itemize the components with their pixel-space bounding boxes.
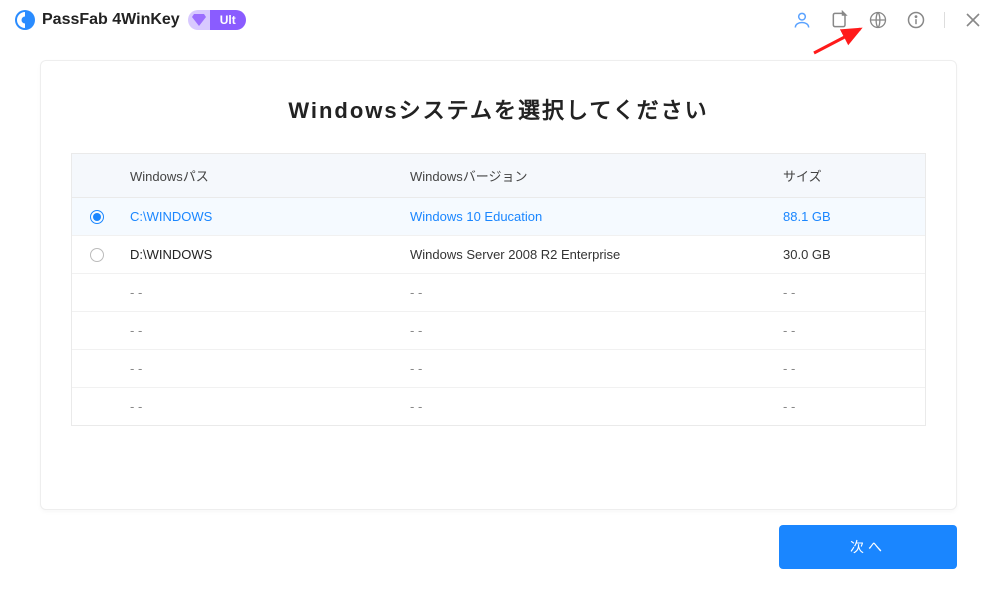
diamond-icon bbox=[188, 10, 210, 30]
size-cell: 30.0 GB bbox=[775, 236, 925, 273]
app-title: PassFab 4WinKey bbox=[42, 11, 180, 29]
version-cell: - - bbox=[402, 388, 775, 425]
radio-icon[interactable] bbox=[90, 210, 104, 224]
version-cell: Windows 10 Education bbox=[402, 198, 775, 235]
radio-icon[interactable] bbox=[90, 248, 104, 262]
version-cell: - - bbox=[402, 350, 775, 387]
globe-icon[interactable] bbox=[868, 10, 888, 30]
table-row: - -- -- - bbox=[72, 312, 925, 350]
info-icon[interactable] bbox=[906, 10, 926, 30]
tier-badge: Ult bbox=[188, 10, 246, 30]
size-cell: 88.1 GB bbox=[775, 198, 925, 235]
main-card: Windowsシステムを選択してください Windowsパス Windowsバー… bbox=[40, 60, 957, 510]
col-path: Windowsパス bbox=[122, 154, 402, 197]
divider bbox=[944, 12, 945, 28]
col-version: Windowsバージョン bbox=[402, 154, 775, 197]
path-cell: C:\WINDOWS bbox=[122, 198, 402, 235]
size-cell: - - bbox=[775, 388, 925, 425]
app-logo-icon bbox=[14, 9, 36, 31]
user-icon[interactable] bbox=[792, 10, 812, 30]
titlebar: PassFab 4WinKey Ult bbox=[0, 0, 997, 40]
path-cell: - - bbox=[122, 388, 402, 425]
table-row: - -- -- - bbox=[72, 350, 925, 388]
table-row: - -- -- - bbox=[72, 388, 925, 425]
size-cell: - - bbox=[775, 350, 925, 387]
path-cell: D:\WINDOWS bbox=[122, 236, 402, 273]
size-cell: - - bbox=[775, 312, 925, 349]
system-table: Windowsパス Windowsバージョン サイズ C:\WINDOWSWin… bbox=[71, 153, 926, 426]
feedback-icon[interactable] bbox=[830, 10, 850, 30]
version-cell: Windows Server 2008 R2 Enterprise bbox=[402, 236, 775, 273]
version-cell: - - bbox=[402, 312, 775, 349]
path-cell: - - bbox=[122, 274, 402, 311]
size-cell: - - bbox=[775, 274, 925, 311]
tier-label: Ult bbox=[210, 10, 246, 30]
table-row[interactable]: C:\WINDOWSWindows 10 Education88.1 GB bbox=[72, 198, 925, 236]
next-button[interactable]: 次へ bbox=[779, 525, 957, 569]
titlebar-right bbox=[792, 10, 983, 30]
path-cell: - - bbox=[122, 350, 402, 387]
path-cell: - - bbox=[122, 312, 402, 349]
table-row: - -- -- - bbox=[72, 274, 925, 312]
close-icon[interactable] bbox=[963, 10, 983, 30]
col-size: サイズ bbox=[775, 154, 925, 197]
table-row[interactable]: D:\WINDOWSWindows Server 2008 R2 Enterpr… bbox=[72, 236, 925, 274]
page-title: Windowsシステムを選択してください bbox=[41, 93, 956, 125]
version-cell: - - bbox=[402, 274, 775, 311]
table-header: Windowsパス Windowsバージョン サイズ bbox=[72, 154, 925, 198]
